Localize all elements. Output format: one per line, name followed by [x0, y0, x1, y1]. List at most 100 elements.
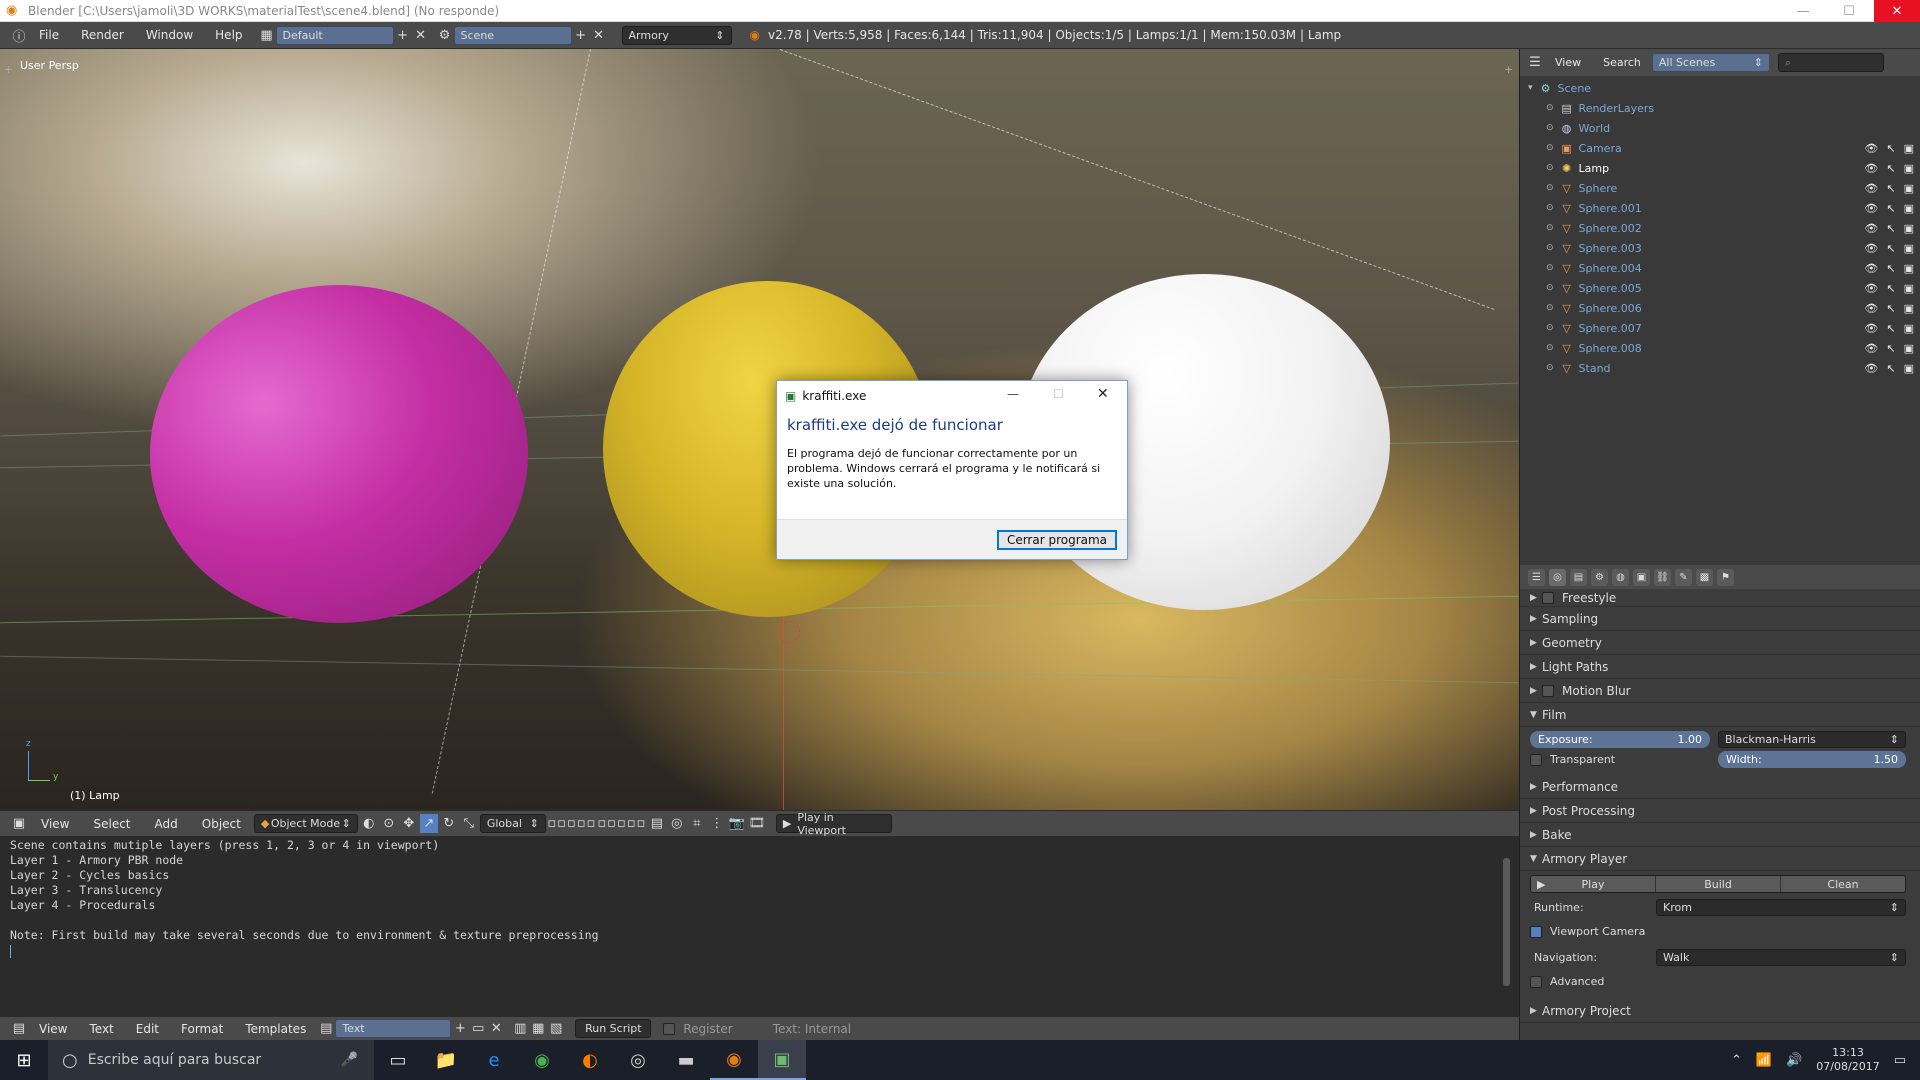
- section-armory-project[interactable]: ▶ Armory Project: [1520, 999, 1920, 1023]
- register-checkbox[interactable]: [663, 1022, 676, 1035]
- text-menu-view[interactable]: View: [28, 1022, 78, 1036]
- snap-toggle-icon[interactable]: ⌗: [688, 814, 706, 833]
- add-scene-icon[interactable]: +: [572, 26, 590, 45]
- viewport-editor-icon[interactable]: ▣: [10, 814, 28, 833]
- material-tab-icon[interactable]: ▩: [1696, 568, 1713, 586]
- advanced-option[interactable]: Advanced: [1530, 975, 1604, 988]
- expand-toggle-icon[interactable]: ⊙: [1546, 203, 1554, 213]
- viewport-menu-view[interactable]: View: [30, 817, 80, 831]
- proportional-edit-icon[interactable]: ◎: [668, 814, 686, 833]
- outliner-item[interactable]: ⊙ ▽ Sphere.004 👁 ↖ ▣: [1520, 258, 1920, 278]
- eye-icon[interactable]: 👁: [1864, 282, 1878, 295]
- runtime-dropdown[interactable]: Krom ⇕: [1656, 899, 1906, 916]
- render-camera-icon[interactable]: ▣: [1904, 302, 1914, 315]
- viewport-camera-checkbox[interactable]: [1530, 925, 1542, 938]
- eye-icon[interactable]: 👁: [1864, 222, 1878, 235]
- expand-toggle-icon[interactable]: ⊙: [1546, 163, 1554, 173]
- chrome-icon[interactable]: ◉: [518, 1040, 566, 1080]
- outliner-item[interactable]: ⊙ ▽ Sphere 👁 ↖ ▣: [1520, 178, 1920, 198]
- outliner-item[interactable]: ⊙ ▽ Sphere.007 👁 ↖ ▣: [1520, 318, 1920, 338]
- firefox-icon[interactable]: ◐: [566, 1040, 614, 1080]
- motion-blur-checkbox[interactable]: [1542, 684, 1554, 697]
- clean-button[interactable]: Clean: [1780, 876, 1905, 892]
- navigation-dropdown[interactable]: Walk ⇕: [1656, 949, 1906, 966]
- outliner-item[interactable]: ⊙ ▣ Camera 👁 ↖ ▣: [1520, 138, 1920, 158]
- modifiers-tab-icon[interactable]: ✎: [1675, 568, 1692, 586]
- menu-file[interactable]: File: [28, 28, 70, 42]
- eye-icon[interactable]: 👁: [1864, 142, 1878, 155]
- remove-layout-icon[interactable]: ✕: [412, 26, 430, 45]
- text-datablock-icon[interactable]: ▤: [317, 1019, 335, 1038]
- remove-scene-icon[interactable]: ✕: [590, 26, 608, 45]
- constraints-tab-icon[interactable]: ⛓: [1654, 568, 1671, 586]
- render-camera-icon[interactable]: ▣: [1904, 282, 1914, 295]
- viewport-menu-add[interactable]: Add: [144, 817, 189, 831]
- line-numbers-icon[interactable]: ▥: [511, 1019, 529, 1038]
- text-editor-scrollbar[interactable]: [1503, 858, 1510, 986]
- text-menu-text[interactable]: Text: [78, 1022, 124, 1036]
- volume-icon[interactable]: 🔊: [1786, 1053, 1802, 1068]
- dialog-maximize-button[interactable]: ☐: [1053, 387, 1064, 401]
- render-tab-icon[interactable]: ◎: [1549, 568, 1566, 586]
- text-datablock-selector[interactable]: Text: [335, 1019, 452, 1038]
- section-light-paths[interactable]: ▶ Light Paths: [1520, 655, 1920, 679]
- dialog-minimize-button[interactable]: —: [1007, 387, 1019, 401]
- outliner-item[interactable]: ⊙ ▤ RenderLayers: [1520, 98, 1920, 118]
- expand-toggle-icon[interactable]: ⊙: [1546, 363, 1554, 373]
- outliner-item[interactable]: ▾ ⚙ Scene: [1520, 78, 1920, 98]
- editor-type-icon[interactable]: ⓘ: [10, 26, 28, 45]
- cursor-select-icon[interactable]: ↖: [1886, 342, 1895, 355]
- outliner-filter-dropdown[interactable]: All Scenes ⇕: [1651, 53, 1770, 72]
- layout-selector[interactable]: Default: [275, 25, 394, 45]
- expand-toggle-icon[interactable]: ⊙: [1546, 343, 1554, 353]
- filter-type-dropdown[interactable]: Blackman-Harris ⇕: [1718, 731, 1906, 748]
- render-camera-icon[interactable]: ▣: [1904, 182, 1914, 195]
- text-editor-area[interactable]: Scene contains mutiple layers (press 1, …: [0, 836, 1519, 1018]
- scene-icon[interactable]: ⚙: [436, 26, 454, 45]
- cursor-select-icon[interactable]: ↖: [1886, 182, 1895, 195]
- manipulator-icon[interactable]: ✥: [400, 814, 418, 833]
- close-program-button[interactable]: Cerrar programa: [997, 530, 1117, 550]
- outliner-item[interactable]: ⊙ ▽ Sphere.005 👁 ↖ ▣: [1520, 278, 1920, 298]
- section-armory-player[interactable]: ▼ Armory Player: [1520, 847, 1920, 871]
- outliner-item[interactable]: ⊙ ▽ Sphere.006 👁 ↖ ▣: [1520, 298, 1920, 318]
- outliner-editor-icon[interactable]: ☰: [1526, 53, 1544, 72]
- minimize-button[interactable]: —: [1780, 0, 1826, 22]
- add-layout-icon[interactable]: +: [394, 26, 412, 45]
- scene-tab-icon[interactable]: ⚙: [1591, 568, 1608, 586]
- tray-chevron-icon[interactable]: ⌃: [1731, 1053, 1742, 1068]
- advanced-checkbox[interactable]: [1530, 975, 1542, 988]
- outliner-menu-search[interactable]: Search: [1592, 56, 1652, 69]
- outliner-item[interactable]: ⊙ ◍ World: [1520, 118, 1920, 138]
- outliner-menu-view[interactable]: View: [1544, 56, 1592, 69]
- maximize-button[interactable]: ☐: [1826, 0, 1872, 22]
- text-editor-type-icon[interactable]: ▤: [10, 1019, 28, 1038]
- viewport-menu-select[interactable]: Select: [82, 817, 141, 831]
- object-tab-icon[interactable]: ▣: [1633, 568, 1650, 586]
- expand-toggle-icon[interactable]: ⊙: [1546, 303, 1554, 313]
- scale-manipulator-icon[interactable]: ⤡: [460, 814, 478, 833]
- section-bake[interactable]: ▶ Bake: [1520, 823, 1920, 847]
- section-post-processing[interactable]: ▶ Post Processing: [1520, 799, 1920, 823]
- play-button[interactable]: ▶ Play: [1531, 876, 1655, 892]
- cursor-select-icon[interactable]: ↖: [1886, 302, 1895, 315]
- expand-toggle-icon[interactable]: ⊙: [1546, 283, 1554, 293]
- cursor-select-icon[interactable]: ↖: [1886, 142, 1895, 155]
- rotate-manipulator-icon[interactable]: ↻: [440, 814, 458, 833]
- taskbar-search-box[interactable]: ○ Escribe aquí para buscar 🎤: [48, 1040, 374, 1080]
- layout-icon[interactable]: ▦: [258, 26, 276, 45]
- render-camera-icon[interactable]: ▣: [1904, 322, 1914, 335]
- file-explorer-icon[interactable]: 📁: [422, 1040, 470, 1080]
- mode-dropdown[interactable]: ◆ Object Mode ⇕: [253, 814, 358, 833]
- dialog-close-button[interactable]: ✕: [1097, 386, 1109, 402]
- word-wrap-icon[interactable]: ▦: [529, 1019, 547, 1038]
- render-camera-icon[interactable]: ▣: [1904, 222, 1914, 235]
- render-camera-icon[interactable]: ▣: [1904, 142, 1914, 155]
- render-camera-icon[interactable]: ▣: [1904, 342, 1914, 355]
- transparent-option[interactable]: Transparent: [1530, 753, 1615, 766]
- terminal-icon[interactable]: ▬: [662, 1040, 710, 1080]
- section-film[interactable]: ▼ Film: [1520, 703, 1920, 727]
- collapse-arrow-icon[interactable]: ▾: [1528, 83, 1533, 93]
- cursor-select-icon[interactable]: ↖: [1886, 162, 1895, 175]
- eye-icon[interactable]: 👁: [1864, 182, 1878, 195]
